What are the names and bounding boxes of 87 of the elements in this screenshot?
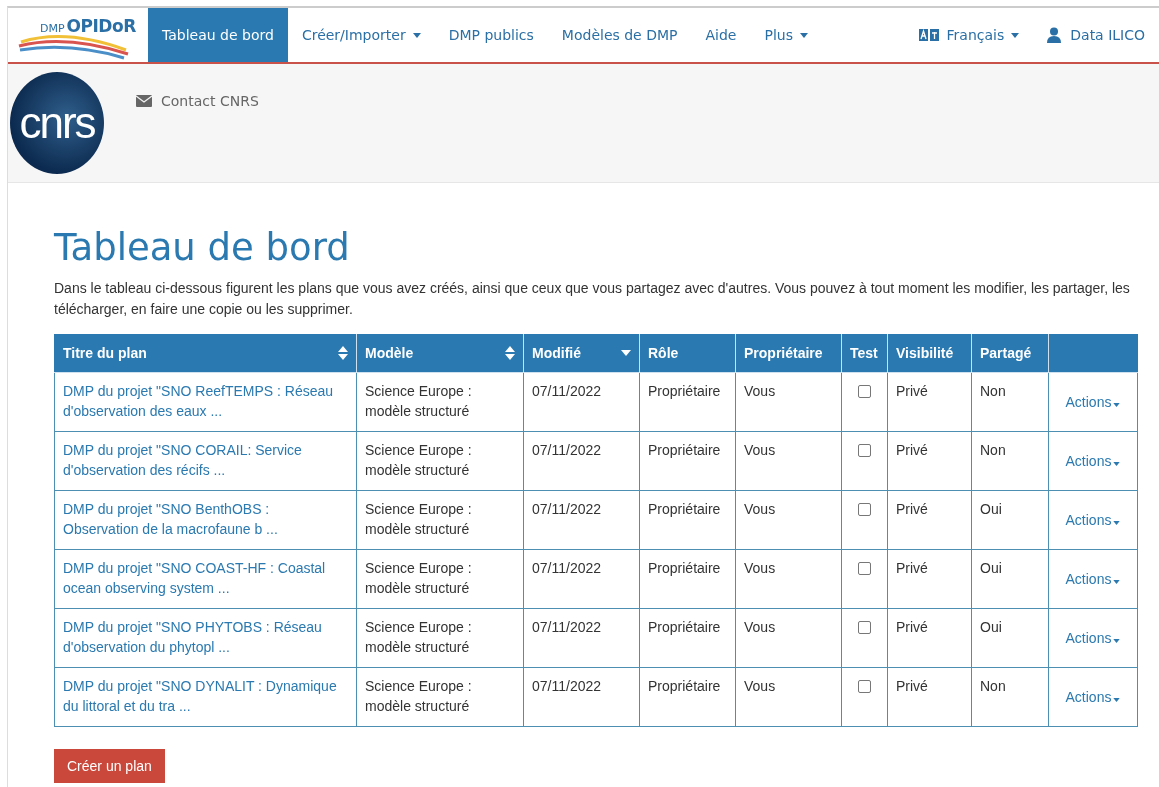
table-cell: Privé [896,678,928,695]
table-cell: Non [980,442,1006,459]
table-cell: Propriétaire [648,560,721,577]
test-checkbox[interactable] [858,385,871,399]
table-cell: 07/11/2022 [532,383,602,400]
column-header[interactable]: Visibilité [887,334,972,373]
actions-dropdown[interactable]: Actions [1065,571,1121,588]
table-cell: Vous [744,560,776,577]
table-cell: Non [980,678,1006,695]
nav-tab[interactable]: Créer/Importer [287,8,435,62]
test-checkbox[interactable] [858,621,871,635]
table-cell: Propriétaire [648,501,721,518]
caret-icon [1113,403,1121,408]
table-cell: Privé [896,383,928,400]
column-header[interactable]: Modifié [523,334,640,373]
table-cell: 07/11/2022 [532,678,602,695]
table-cell: Science Europe : modèle structuré [365,501,472,538]
table-cell: Vous [744,501,776,518]
actions-dropdown[interactable]: Actions [1065,394,1121,411]
logo-text: cnrs [19,98,95,148]
caret-icon [1113,698,1121,703]
test-checkbox[interactable] [858,680,871,694]
sort-icon [338,346,348,361]
table-cell: Oui [980,501,1002,518]
table-cell: Vous [744,442,776,459]
sort-descending-icon [621,350,631,357]
table-cell: Propriétaire [648,383,721,400]
language-menu[interactable]: Français [904,8,1034,62]
logo[interactable]: DMPOPIDoR [12,8,140,62]
logo-text: OPIDoR [66,16,136,36]
column-header[interactable]: Rôle [639,334,736,373]
column-header[interactable]: Modèle [356,334,524,373]
page-title: Tableau de bord [54,226,351,271]
test-checkbox[interactable] [858,562,871,576]
nav-tab[interactable]: DMP publics [434,8,548,62]
translate-icon [918,29,939,41]
table-cell: Oui [980,619,1002,636]
actions-dropdown[interactable]: Actions [1065,689,1121,706]
create-plan-button[interactable]: Créer un plan [54,749,165,784]
table-cell: 07/11/2022 [532,501,602,518]
actions-dropdown[interactable]: Actions [1065,512,1121,529]
user-icon [1047,27,1062,43]
table-cell: Science Europe : modèle structuré [365,383,472,420]
caret-icon [799,32,808,38]
logo-text: DMP [40,22,65,35]
column-header[interactable]: Propriétaire [735,334,842,373]
table-cell: Science Europe : modèle structuré [365,560,472,597]
nav-tab[interactable]: Plus [750,8,822,62]
table-cell: 07/11/2022 [532,560,602,577]
table-cell: 07/11/2022 [532,442,602,459]
caret-icon [1113,462,1121,467]
table-cell: Vous [744,619,776,636]
table-cell: Privé [896,442,928,459]
test-checkbox[interactable] [858,444,871,458]
test-checkbox[interactable] [858,503,871,517]
table-cell: 07/11/2022 [532,619,602,636]
user-menu[interactable]: Data ILICO [1033,8,1159,62]
column-header[interactable]: Titre du plan [54,334,357,373]
caret-icon [1113,580,1121,585]
contact-link[interactable]: Contact CNRS [136,93,259,109]
table-cell: Privé [896,501,928,518]
table-cell: Oui [980,560,1002,577]
table-cell: Non [980,383,1006,400]
envelope-icon [136,95,152,107]
table-cell: Science Europe : modèle structuré [365,619,472,656]
nav-tab[interactable]: Modèles de DMP [547,8,692,62]
column-header[interactable]: Test [841,334,888,373]
table-cell: Science Europe : modèle structuré [365,678,472,715]
caret-icon [1113,521,1121,526]
column-header[interactable]: Partagé [971,334,1049,373]
table-cell: Vous [744,678,776,695]
sort-icon [505,346,515,361]
table-cell: Propriétaire [648,442,721,459]
actions-dropdown[interactable]: Actions [1065,630,1121,647]
table-cell: Privé [896,560,928,577]
nav-tab[interactable]: Aide [691,8,751,62]
table-cell: Science Europe : modèle structuré [365,442,472,479]
table-cell: Privé [896,619,928,636]
intro-text: Dans le tableau ci-dessous figurent les plans que vous avez créés, ainsi que ceux que vous partagez avec d'autres. Vous pouvez à tout moment les modifier, les partager, les télécharger, en faire une copie ou les supprimer. [54,279,1131,320]
caret-icon [412,32,421,38]
caret-icon [1113,639,1121,644]
nav-tab[interactable]: Tableau de bord [148,8,288,62]
actions-dropdown[interactable]: Actions [1065,453,1121,470]
table-cell: Propriétaire [648,619,721,636]
table-cell: Vous [744,383,776,400]
caret-icon [1011,32,1020,38]
table-cell: Propriétaire [648,678,721,695]
